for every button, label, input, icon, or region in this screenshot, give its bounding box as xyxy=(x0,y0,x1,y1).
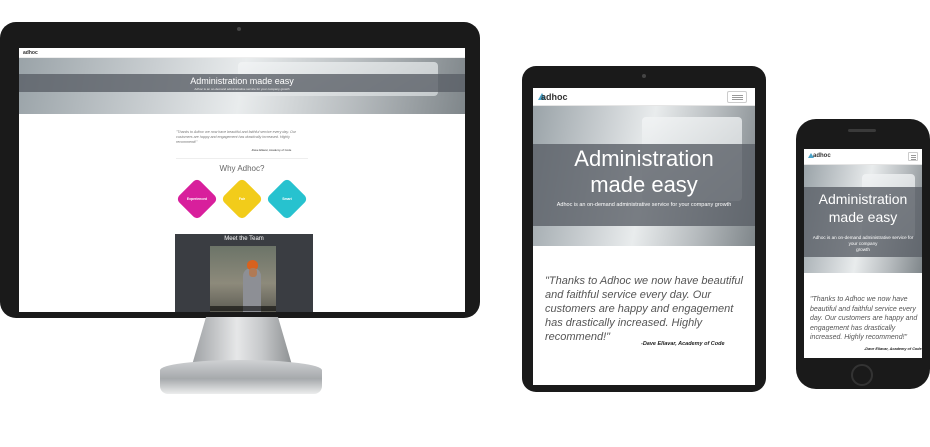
phone-hero-subtitle-line2: growth xyxy=(856,247,870,252)
desktop-monitor: adhoc Administration made easy Adhoc is … xyxy=(0,22,480,318)
team-member-face xyxy=(249,268,257,277)
phone-screen: adhoc Administration made easy Adhoc is … xyxy=(804,149,922,358)
tablet-hero-title: Administration made easy xyxy=(533,146,755,198)
phone-device: adhoc Administration made easy Adhoc is … xyxy=(796,119,930,389)
phone-home-button[interactable] xyxy=(851,364,873,386)
phone-hero-title: Administration made easy xyxy=(804,190,922,226)
feature-smart-label: Smart xyxy=(282,197,292,201)
tablet-screen: adhoc Administration made easy Adhoc is … xyxy=(533,88,755,385)
team-photo-caption-bar xyxy=(210,306,276,311)
desktop-hero-title: Administration made easy xyxy=(190,76,294,86)
tablet-hero-title-line1: Administration xyxy=(574,146,714,171)
team-member-photo[interactable] xyxy=(210,246,276,312)
phone-testimonial-author: -Dave Ellavar, Academy of Code xyxy=(864,347,922,351)
phone-speaker xyxy=(848,129,876,132)
desktop-why-title: Why Adhoc? xyxy=(219,164,265,173)
phone-hero-title-line2: made easy xyxy=(828,209,898,225)
feature-fair-label: Fair xyxy=(238,197,246,201)
monitor-stand-base xyxy=(160,360,322,394)
monitor-camera xyxy=(237,27,241,31)
desktop-divider xyxy=(176,158,308,159)
phone-hero-title-line1: Administration xyxy=(818,191,908,207)
feature-experienced-label: Experienced xyxy=(186,197,208,201)
phone-hero-subtitle-line1: Adhoc is an on-demand administrative ser… xyxy=(812,235,914,246)
hamburger-menu-icon[interactable] xyxy=(727,91,747,103)
monitor-stand-neck xyxy=(192,317,292,365)
hamburger-menu-icon[interactable] xyxy=(908,152,918,161)
desktop-testimonial-quote: "Thanks to Adhoc we now have beautiful a… xyxy=(176,130,296,144)
tablet-testimonial-author: -Dave Ellavar, Academy of Code xyxy=(641,341,725,347)
tablet-logo[interactable]: adhoc xyxy=(541,92,568,102)
tablet-navbar: adhoc xyxy=(533,88,755,106)
desktop-navbar: adhoc xyxy=(19,48,465,58)
desktop-hero-subtitle: Adhoc is an on-demand administrative ser… xyxy=(194,87,290,91)
tablet-camera xyxy=(642,74,646,78)
responsive-mockup: adhoc Administration made easy Adhoc is … xyxy=(0,0,930,447)
desktop-logo[interactable]: adhoc xyxy=(23,50,38,56)
phone-hero-subtitle: Adhoc is an on-demand administrative ser… xyxy=(808,235,918,253)
tablet-testimonial-quote: "Thanks to Adhoc we now have beautiful a… xyxy=(545,275,743,343)
tablet-hero-title-line2: made easy xyxy=(590,172,698,197)
phone-navbar: adhoc xyxy=(804,149,922,165)
desktop-screen: adhoc Administration made easy Adhoc is … xyxy=(19,48,465,312)
desktop-team-title: Meet the Team xyxy=(224,236,264,242)
desktop-hero: Administration made easy Adhoc is an on-… xyxy=(19,58,465,114)
phone-hero: Administration made easy Adhoc is an on-… xyxy=(804,165,922,273)
tablet-hero: Administration made easy Adhoc is an on-… xyxy=(533,106,755,246)
tablet-device: adhoc Administration made easy Adhoc is … xyxy=(522,66,766,392)
phone-testimonial-quote: "Thanks to Adhoc we now have beautiful a… xyxy=(810,296,918,341)
desktop-team-section: Meet the Team xyxy=(175,234,313,312)
phone-logo[interactable]: adhoc xyxy=(813,153,831,159)
desktop-testimonial-author: -Dave Ellavar, Academy of Code xyxy=(251,148,292,152)
tablet-hero-subtitle: Adhoc is an on-demand administrative ser… xyxy=(556,202,732,208)
